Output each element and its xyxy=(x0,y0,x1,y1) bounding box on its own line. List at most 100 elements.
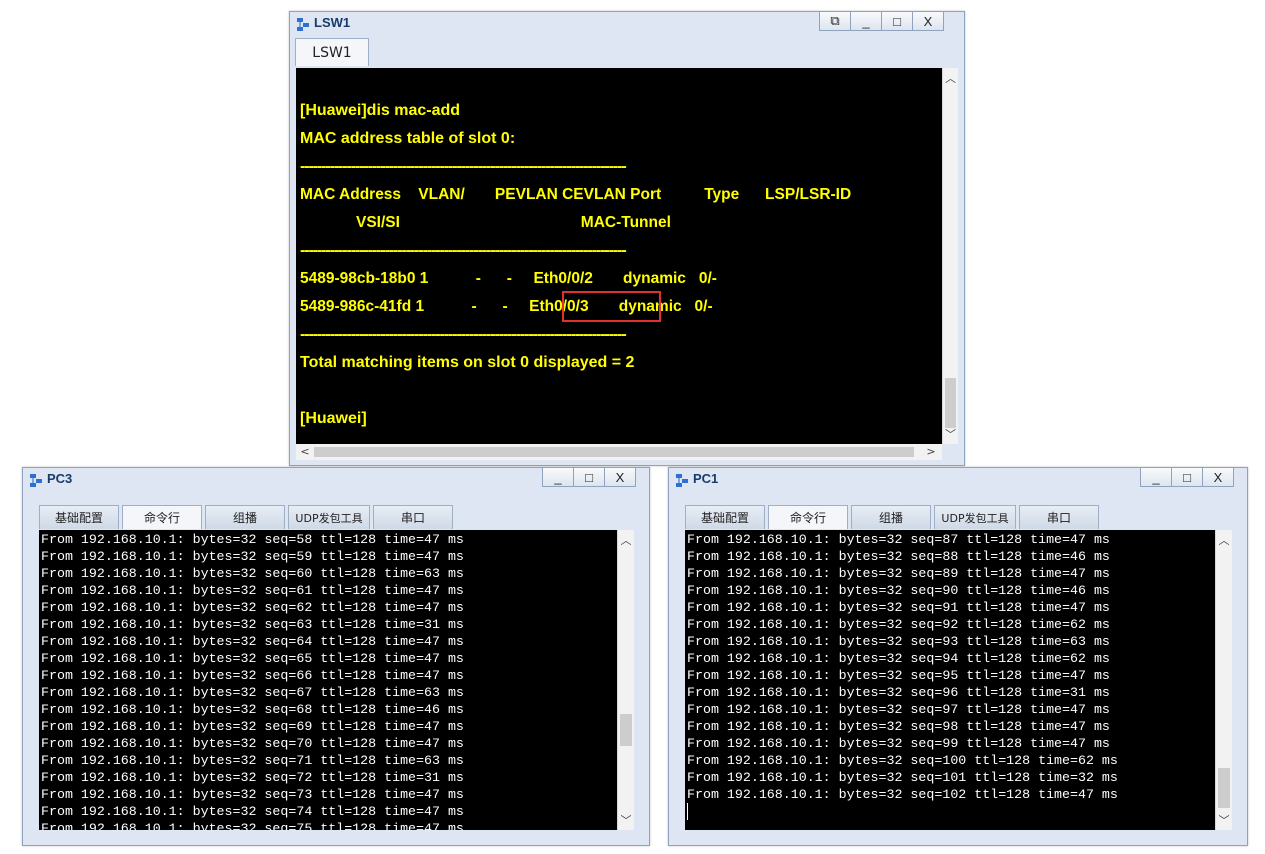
console-line: ----------------------------------------… xyxy=(300,326,627,343)
pc3-command-output[interactable]: From 192.168.10.1: bytes=32 seq=58 ttl=1… xyxy=(39,530,617,830)
minimize-button[interactable]: _ xyxy=(542,468,574,487)
text-cursor xyxy=(687,803,688,820)
maximize-button[interactable]: □ xyxy=(573,468,605,487)
scroll-down-icon[interactable]: ﹀ xyxy=(1216,812,1232,828)
output-line: From 192.168.10.1: bytes=32 seq=71 ttl=1… xyxy=(41,753,464,768)
tab-serial[interactable]: 串口 xyxy=(1019,505,1099,529)
window-title: LSW1 xyxy=(314,15,351,30)
lsw1-vertical-scrollbar[interactable]: ︿ ﹀ xyxy=(942,68,958,444)
minimize-icon: _ xyxy=(1152,469,1160,485)
tab-command-line[interactable]: 命令行 xyxy=(768,505,848,529)
output-line: From 192.168.10.1: bytes=32 seq=97 ttl=1… xyxy=(687,702,1110,717)
pc1-window: PC1 _ □ X 基础配置 命令行 组播 UDP发包工具 串口 From 19… xyxy=(668,467,1248,846)
tab-udp-tool[interactable]: UDP发包工具 xyxy=(288,505,370,529)
output-line: From 192.168.10.1: bytes=32 seq=92 ttl=1… xyxy=(687,617,1110,632)
minimize-icon: _ xyxy=(862,13,870,29)
console-line: MAC address table of slot 0: xyxy=(300,130,516,147)
restore-icon: ⧉ xyxy=(830,13,840,28)
maximize-button[interactable]: □ xyxy=(881,12,913,31)
scroll-up-icon[interactable]: ︿ xyxy=(943,70,958,86)
output-line: From 192.168.10.1: bytes=32 seq=88 ttl=1… xyxy=(687,549,1110,564)
console-line: ----------------------------------------… xyxy=(300,158,627,175)
output-line: From 192.168.10.1: bytes=32 seq=63 ttl=1… xyxy=(41,617,464,632)
pc3-window: PC3 _ □ X 基础配置 命令行 组播 UDP发包工具 串口 From 19… xyxy=(22,467,650,846)
output-line: From 192.168.10.1: bytes=32 seq=94 ttl=1… xyxy=(687,651,1110,666)
output-line: From 192.168.10.1: bytes=32 seq=90 ttl=1… xyxy=(687,583,1110,598)
scroll-thumb[interactable] xyxy=(620,714,632,746)
scroll-up-icon[interactable]: ︿ xyxy=(1216,532,1232,548)
lsw1-console[interactable]: [Huawei]dis mac-add MAC address table of… xyxy=(296,68,942,444)
scroll-down-icon[interactable]: ﹀ xyxy=(943,426,958,442)
tab-command-line[interactable]: 命令行 xyxy=(122,505,202,529)
output-line: From 192.168.10.1: bytes=32 seq=75 ttl=1… xyxy=(41,821,464,830)
output-line: From 192.168.10.1: bytes=32 seq=91 ttl=1… xyxy=(687,600,1110,615)
output-line: From 192.168.10.1: bytes=32 seq=98 ttl=1… xyxy=(687,719,1110,734)
scroll-up-icon[interactable]: ︿ xyxy=(618,532,634,548)
window-title: PC1 xyxy=(693,471,719,486)
console-line: MAC Address VLAN/ PEVLAN CEVLAN Port Typ… xyxy=(300,186,852,203)
lsw1-titlebar[interactable]: LSW1 ⧉ _ □ X xyxy=(290,12,964,36)
output-line: From 192.168.10.1: bytes=32 seq=67 ttl=1… xyxy=(41,685,464,700)
pc3-titlebar[interactable]: PC3 _ □ X xyxy=(23,468,649,492)
close-button[interactable]: X xyxy=(912,12,944,31)
scroll-thumb[interactable] xyxy=(314,447,914,457)
console-line: Total matching items on slot 0 displayed… xyxy=(300,354,635,371)
tab-label: UDP发包工具 xyxy=(941,511,1009,525)
tab-label: 基础配置 xyxy=(54,511,103,525)
tab-label: 命令行 xyxy=(789,511,826,525)
output-line: From 192.168.10.1: bytes=32 seq=64 ttl=1… xyxy=(41,634,464,649)
close-icon: X xyxy=(923,13,933,29)
scroll-down-icon[interactable]: ﹀ xyxy=(618,812,634,828)
output-line: From 192.168.10.1: bytes=32 seq=87 ttl=1… xyxy=(687,532,1110,547)
minimize-icon: _ xyxy=(554,469,562,485)
tab-label: LSW1 xyxy=(312,44,352,61)
maximize-button[interactable]: □ xyxy=(1171,468,1203,487)
tab-label: 串口 xyxy=(1046,511,1071,525)
tab-label: UDP发包工具 xyxy=(295,511,363,525)
console-line: 5489-98cb-18b0 1 - - Eth0/0/2 dynamic 0/… xyxy=(300,270,717,287)
close-button[interactable]: X xyxy=(604,468,636,487)
network-device-icon xyxy=(297,18,309,31)
console-line: ----------------------------------------… xyxy=(300,242,627,259)
output-line: From 192.168.10.1: bytes=32 seq=70 ttl=1… xyxy=(41,736,464,751)
tab-multicast[interactable]: 组播 xyxy=(851,505,931,529)
tab-udp-tool[interactable]: UDP发包工具 xyxy=(934,505,1016,529)
pc1-vertical-scrollbar[interactable]: ︿ ﹀ xyxy=(1215,530,1232,830)
close-button[interactable]: X xyxy=(1202,468,1234,487)
tab-serial[interactable]: 串口 xyxy=(373,505,453,529)
tab-multicast[interactable]: 组播 xyxy=(205,505,285,529)
tab-basic-config[interactable]: 基础配置 xyxy=(39,505,119,529)
port-highlight-box xyxy=(562,291,661,322)
output-line: From 192.168.10.1: bytes=32 seq=66 ttl=1… xyxy=(41,668,464,683)
scroll-left-icon[interactable]: < xyxy=(300,445,310,458)
output-line: From 192.168.10.1: bytes=32 seq=101 ttl=… xyxy=(687,770,1118,785)
console-line: VSI/SI MAC-Tunnel xyxy=(300,214,671,231)
output-line: From 192.168.10.1: bytes=32 seq=95 ttl=1… xyxy=(687,668,1110,683)
window-title: PC3 xyxy=(47,471,73,486)
pc3-vertical-scrollbar[interactable]: ︿ ﹀ xyxy=(617,530,634,830)
minimize-button[interactable]: _ xyxy=(1140,468,1172,487)
lsw1-horizontal-scrollbar[interactable]: < > xyxy=(296,444,942,460)
tab-lsw1[interactable]: LSW1 xyxy=(295,38,369,66)
minimize-button[interactable]: _ xyxy=(850,12,882,31)
tab-basic-config[interactable]: 基础配置 xyxy=(685,505,765,529)
tab-label: 组播 xyxy=(232,511,257,525)
close-icon: X xyxy=(615,469,625,485)
tab-label: 串口 xyxy=(400,511,425,525)
scroll-thumb[interactable] xyxy=(1218,768,1230,808)
output-line: From 192.168.10.1: bytes=32 seq=100 ttl=… xyxy=(687,753,1118,768)
tab-label: 基础配置 xyxy=(700,511,749,525)
maximize-icon: □ xyxy=(893,13,901,29)
close-icon: X xyxy=(1213,469,1223,485)
pc1-command-output[interactable]: From 192.168.10.1: bytes=32 seq=87 ttl=1… xyxy=(685,530,1215,830)
output-line: From 192.168.10.1: bytes=32 seq=102 ttl=… xyxy=(687,787,1118,802)
output-line: From 192.168.10.1: bytes=32 seq=93 ttl=1… xyxy=(687,634,1110,649)
output-line: From 192.168.10.1: bytes=32 seq=60 ttl=1… xyxy=(41,566,464,581)
output-line: From 192.168.10.1: bytes=32 seq=65 ttl=1… xyxy=(41,651,464,666)
scroll-right-icon[interactable]: > xyxy=(926,445,936,458)
scroll-thumb[interactable] xyxy=(945,378,956,428)
output-line: From 192.168.10.1: bytes=32 seq=59 ttl=1… xyxy=(41,549,464,564)
restore-button[interactable]: ⧉ xyxy=(819,12,851,31)
pc1-titlebar[interactable]: PC1 _ □ X xyxy=(669,468,1247,492)
output-line: From 192.168.10.1: bytes=32 seq=74 ttl=1… xyxy=(41,804,464,819)
